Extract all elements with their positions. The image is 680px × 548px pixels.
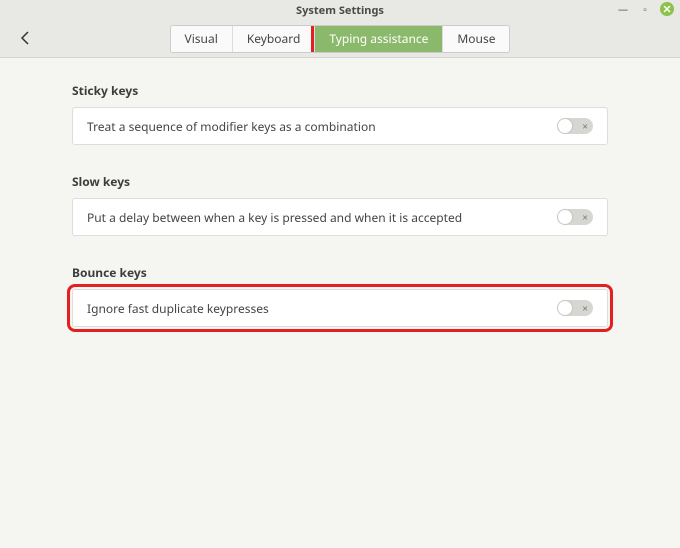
toggle-off-icon: × — [582, 210, 588, 224]
sticky-keys-label: Sticky keys — [72, 82, 608, 99]
slow-keys-row: Put a delay between when a key is presse… — [72, 198, 608, 236]
titlebar: System Settings — ▫ — [0, 0, 680, 20]
sticky-keys-description: Treat a sequence of modifier keys as a c… — [87, 118, 376, 135]
tab-keyboard[interactable]: Keyboard — [233, 26, 316, 52]
slow-keys-description: Put a delay between when a key is presse… — [87, 209, 462, 226]
tab-typing-assistance[interactable]: Typing assistance — [315, 26, 443, 52]
bounce-keys-label: Bounce keys — [72, 264, 608, 281]
tab-visual[interactable]: Visual — [171, 26, 233, 52]
tab-mouse[interactable]: Mouse — [443, 26, 509, 52]
window-controls: — ▫ — [616, 2, 674, 16]
bounce-keys-description: Ignore fast duplicate keypresses — [87, 300, 269, 317]
sticky-keys-row: Treat a sequence of modifier keys as a c… — [72, 107, 608, 145]
toolbar: Visual Keyboard Typing assistance Mouse — [0, 20, 680, 58]
window-title: System Settings — [296, 3, 384, 18]
toggle-off-icon: × — [582, 119, 588, 133]
minimize-icon[interactable]: — — [616, 2, 630, 16]
slow-keys-toggle[interactable]: × — [557, 209, 593, 225]
bounce-keys-toggle[interactable]: × — [557, 300, 593, 316]
maximize-icon[interactable]: ▫ — [638, 2, 652, 16]
sticky-keys-toggle[interactable]: × — [557, 118, 593, 134]
close-icon[interactable] — [660, 2, 674, 16]
toggle-knob — [558, 210, 572, 224]
bounce-keys-row: Ignore fast duplicate keypresses × — [72, 289, 608, 327]
slow-keys-label: Slow keys — [72, 173, 608, 190]
toggle-knob — [558, 119, 572, 133]
back-icon[interactable] — [18, 30, 34, 51]
toggle-knob — [558, 301, 572, 315]
toggle-off-icon: × — [582, 301, 588, 315]
content-area: Sticky keys Treat a sequence of modifier… — [0, 58, 680, 327]
tab-bar: Visual Keyboard Typing assistance Mouse — [170, 25, 511, 53]
